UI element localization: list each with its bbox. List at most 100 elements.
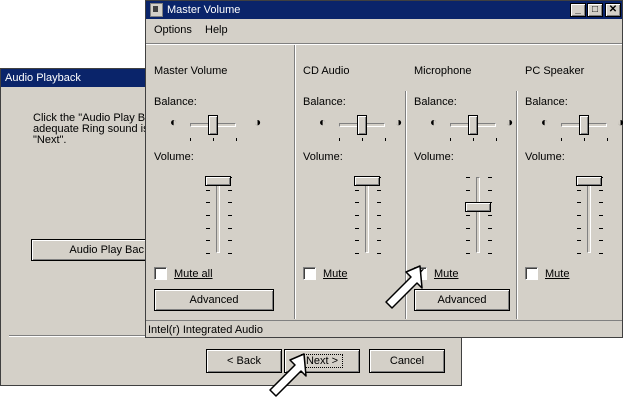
balance-tick [473,138,474,141]
audio-play-back-button[interactable]: Audio Play Bac [31,239,147,261]
balance-slider-thumb[interactable] [468,115,478,135]
cancel-button[interactable]: Cancel [369,349,445,373]
volume-tick [488,240,492,241]
mute-checkbox[interactable] [303,267,316,280]
volume-tick [577,202,581,203]
volume-tick [206,190,210,191]
volume-tick [206,215,210,216]
channel-name: PC Speaker [525,65,585,77]
cancel-button-label: Cancel [389,355,425,367]
volume-tick [488,215,492,216]
status-bar: Intel(r) Integrated Audio [146,320,622,337]
speaker-left-icon: ◐ [430,115,438,129]
channel-strip: PC Speaker Balance: ◐ ◑ Volume: Mute [525,1,623,319]
volume-tick [206,253,210,254]
volume-slider-thumb[interactable] [354,176,380,186]
volume-tick [355,240,359,241]
volume-tick [377,190,381,191]
volume-label: Volume: [303,151,343,163]
speaker-left-icon: ◐ [541,115,549,129]
volume-slider-thumb[interactable] [205,176,231,186]
volume-tick [577,240,581,241]
balance-slider-thumb[interactable] [208,115,218,135]
volume-tick [599,190,603,191]
volume-tick [355,253,359,254]
balance-tick [561,138,562,141]
balance-tick [450,138,451,141]
volume-tick [466,177,470,178]
volume-tick [577,228,581,229]
volume-tick [228,228,232,229]
volume-tick [355,215,359,216]
volume-slider-thumb[interactable] [576,176,602,186]
advanced-button[interactable]: Advanced [414,289,510,311]
volume-tick [355,190,359,191]
wizard-description: Click the "Audio Play B adequate Ring so… [33,113,145,146]
balance-label: Balance: [414,96,457,108]
volume-tick [577,215,581,216]
volume-track [476,177,480,253]
mute-label[interactable]: Mute [545,268,569,280]
volume-tick [228,202,232,203]
balance-tick [339,138,340,141]
volume-tick [228,253,232,254]
balance-tick [236,138,237,141]
status-text: Intel(r) Integrated Audio [148,324,263,336]
volume-tick [466,253,470,254]
audio-playback-title: Audio Playback [5,72,81,84]
balance-tick [190,138,191,141]
balance-label: Balance: [303,96,346,108]
volume-tick [466,215,470,216]
volume-tick [488,228,492,229]
audio-playback-titlebar: Audio Playback [1,69,151,87]
volume-tick [377,202,381,203]
pointer-arrow-mute [385,265,423,309]
speaker-left-icon: ◐ [319,115,327,129]
volume-tick [599,202,603,203]
volume-tick [206,228,210,229]
speaker-right-icon: ◑ [395,115,403,129]
volume-tick [488,253,492,254]
balance-label: Balance: [525,96,568,108]
volume-tick [488,190,492,191]
volume-tick [206,240,210,241]
mute-checkbox[interactable] [525,267,538,280]
speaker-left-icon: ◐ [170,115,178,129]
balance-tick [385,138,386,141]
volume-tick [377,240,381,241]
audio-play-back-label: Audio Play Bac [69,244,144,256]
volume-tick [599,215,603,216]
volume-tick [466,190,470,191]
speaker-right-icon: ◑ [506,115,514,129]
volume-tick [599,228,603,229]
volume-track [365,177,369,253]
volume-tick [228,215,232,216]
volume-slider-thumb[interactable] [465,202,491,212]
volume-tick [377,253,381,254]
speaker-right-icon: ◑ [617,115,623,129]
volume-tick [377,228,381,229]
volume-tick [599,253,603,254]
mute-label[interactable]: Mute [434,268,458,280]
volume-tick [466,228,470,229]
channel-name: Microphone [414,65,472,77]
mute-label[interactable]: Mute [323,268,347,280]
balance-slider-thumb[interactable] [579,115,589,135]
mute-label[interactable]: Mute all [174,268,213,280]
advanced-button[interactable]: Advanced [154,289,274,311]
volume-tick [577,190,581,191]
channel-name: Master Volume [154,65,228,77]
back-button-label: < Back [227,355,261,367]
volume-label: Volume: [525,151,565,163]
volume-tick [577,253,581,254]
volume-tick [228,240,232,241]
balance-tick [584,138,585,141]
volume-label: Volume: [414,151,454,163]
balance-slider-thumb[interactable] [357,115,367,135]
channel-name: CD Audio [303,65,350,77]
volume-tick [355,202,359,203]
volume-tick [488,177,492,178]
balance-tick [496,138,497,141]
balance-tick [213,138,214,141]
mute-checkbox[interactable] [154,267,167,280]
